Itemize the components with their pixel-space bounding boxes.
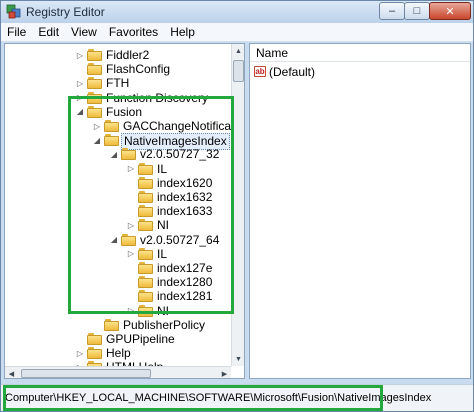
string-value-icon: ab <box>254 66 266 77</box>
tree-item[interactable]: ▷ Help <box>5 346 244 361</box>
scroll-up-arrow-icon[interactable]: ▲ <box>232 44 244 58</box>
tree-horizontal-scroll-thumb[interactable] <box>21 369 151 378</box>
title-bar[interactable]: Registry Editor – □ ✕ <box>1 1 473 23</box>
scroll-left-arrow-icon[interactable]: ◀ <box>5 367 18 378</box>
tree-item[interactable]: ▷ FTH <box>5 76 244 91</box>
menu-bar: File Edit View Favorites Help <box>1 23 473 42</box>
menu-favorites[interactable]: Favorites <box>109 25 158 39</box>
tree-item-label: PublisherPolicy <box>123 317 206 332</box>
values-list[interactable]: Name ab (Default) <box>249 43 471 379</box>
collapsed-arrow-icon[interactable]: ▷ <box>75 347 85 359</box>
folder-icon <box>104 318 119 331</box>
value-name: (Default) <box>269 65 316 79</box>
tree-item-label: GPUPipeline <box>106 332 175 346</box>
tree-horizontal-scrollbar[interactable]: ◀ ▶ <box>5 366 231 378</box>
folder-icon <box>87 347 102 360</box>
scroll-down-arrow-icon[interactable]: ▼ <box>232 352 244 366</box>
column-header-name[interactable]: Name <box>256 46 288 60</box>
minimize-button[interactable]: – <box>379 2 405 20</box>
highlight-box-fusion <box>68 96 234 314</box>
close-button[interactable]: ✕ <box>429 2 471 20</box>
scroll-right-arrow-icon[interactable]: ▶ <box>218 367 231 378</box>
tree-item-label: FTH <box>106 76 130 91</box>
folder-icon <box>87 63 102 76</box>
tree-item-label: Help <box>106 346 131 361</box>
collapsed-arrow-icon[interactable]: ▷ <box>75 49 85 61</box>
menu-file[interactable]: File <box>7 25 26 39</box>
folder-icon <box>87 49 102 61</box>
column-header[interactable]: Name <box>250 44 470 62</box>
tree-item-label: FlashConfig <box>106 62 171 77</box>
registry-editor-window: Registry Editor – □ ✕ File Edit View Fav… <box>0 0 474 412</box>
tree-item[interactable]: PublisherPolicy <box>5 317 244 333</box>
tree-item[interactable]: ▷ Fiddler2 <box>5 48 244 63</box>
registry-editor-icon <box>6 4 21 19</box>
tree-vertical-scroll-thumb[interactable] <box>233 60 244 82</box>
highlight-box-status-path <box>3 385 383 411</box>
menu-edit[interactable]: Edit <box>38 25 59 39</box>
menu-help[interactable]: Help <box>170 25 195 39</box>
folder-icon <box>87 333 102 345</box>
tree-item-label: Fiddler2 <box>106 48 150 62</box>
menu-view[interactable]: View <box>71 25 97 39</box>
collapsed-arrow-icon[interactable]: ▷ <box>75 77 85 89</box>
folder-icon <box>87 77 102 90</box>
tree-item[interactable]: GPUPipeline <box>5 332 244 347</box>
maximize-button[interactable]: □ <box>404 2 430 20</box>
tree-item[interactable]: FlashConfig <box>5 62 244 77</box>
window-title: Registry Editor <box>26 5 105 19</box>
